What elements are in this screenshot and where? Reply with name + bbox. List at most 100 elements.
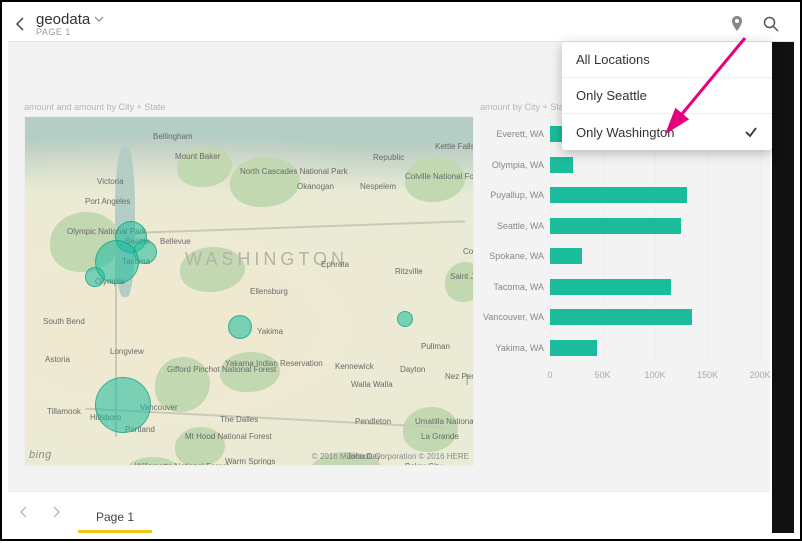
bar[interactable] <box>550 218 681 234</box>
map-city-label: South Bend <box>43 317 85 326</box>
bar[interactable] <box>550 248 582 264</box>
map-city-label: Kettle Falls <box>435 142 474 151</box>
map-city-label: Willamette National Forest <box>135 462 229 466</box>
search-icon <box>762 15 780 33</box>
bar-category-label: Yakima, WA <box>480 343 550 353</box>
bar[interactable] <box>550 157 573 173</box>
map-data-point[interactable] <box>397 311 413 327</box>
forest-patch <box>445 262 474 302</box>
check-icon <box>744 125 758 139</box>
bar-row: Olympia, WA <box>480 153 760 178</box>
bar[interactable] <box>550 340 597 356</box>
right-edge-strip <box>772 42 794 533</box>
page-tab[interactable]: Page 1 <box>78 503 152 533</box>
bar-chart-visual[interactable]: Everett, WA Olympia, WA Puyallup, WA Seattl… <box>480 116 760 384</box>
location-filter-menu: All Locations Only Seattle Only Washington <box>562 42 772 150</box>
map-city-label: Bellevue <box>160 237 191 246</box>
back-button[interactable] <box>8 11 34 37</box>
bar-row: Vancouver, WA <box>480 305 760 330</box>
map-visual[interactable]: WASHINGTON ID BellinghamMount BakerVicto… <box>24 116 474 466</box>
map-attribution: © 2016 Microsoft Corporation © 2016 HERE <box>312 452 469 461</box>
bar-category-label: Olympia, WA <box>480 160 550 170</box>
map-city-label: Pendleton <box>355 417 391 426</box>
location-filter-button[interactable] <box>724 11 750 37</box>
map-city-label: Warm Springs <box>225 457 275 466</box>
map-city-label: Port Angeles <box>85 197 130 206</box>
map-city-label: Ritzville <box>395 267 423 276</box>
map-city-label: Ellensburg <box>250 287 288 296</box>
map-city-label: Kennewick <box>335 362 374 371</box>
x-tick-label: 150K <box>697 370 718 380</box>
bar-row: Spokane, WA <box>480 244 760 269</box>
map-city-label: Dayton <box>400 365 425 374</box>
map-data-point[interactable] <box>95 240 139 284</box>
map-city-label: Nez Perce-Clea… <box>445 372 474 381</box>
filter-menu-label: Only Seattle <box>576 88 647 103</box>
chart-visual-title: amount by City + State <box>480 102 571 112</box>
x-tick-label: 50K <box>594 370 610 380</box>
map-city-label: Tillamook <box>47 407 81 416</box>
chevron-right-icon <box>50 506 62 518</box>
next-page-button[interactable] <box>40 497 72 527</box>
x-tick-label: 100K <box>644 370 665 380</box>
map-city-label: Pullman <box>421 342 450 351</box>
map-city-label: Baker City <box>405 462 442 466</box>
filter-menu-label: Only Washington <box>576 125 675 140</box>
map-city-label: Victoria <box>97 177 124 186</box>
bar-row: Puyallup, WA <box>480 183 760 208</box>
bar-category-label: Puyallup, WA <box>480 190 550 200</box>
map-city-label: Astoria <box>45 355 70 364</box>
map-visual-title: amount and amount by City + State <box>24 102 165 112</box>
map-pin-icon <box>728 15 746 33</box>
chevron-left-icon <box>13 16 29 32</box>
map-city-label: Yakama Indian Reservation <box>225 359 323 368</box>
map-city-label: Coeur d'Alene <box>463 247 474 256</box>
filter-menu-item[interactable]: Only Seattle <box>562 78 772 114</box>
search-button[interactable] <box>758 11 784 37</box>
bar[interactable] <box>550 309 692 325</box>
filter-menu-item[interactable]: All Locations <box>562 42 772 78</box>
chevron-left-icon <box>18 506 30 518</box>
bar-row: Tacoma, WA <box>480 275 760 300</box>
map-city-label: Umatilla National Forest <box>415 417 474 426</box>
bar-category-label: Tacoma, WA <box>480 282 550 292</box>
map-city-label: Bellingham <box>153 132 193 141</box>
map-city-label: Colville National Forest <box>405 172 474 181</box>
map-city-label: Mount Baker <box>175 152 220 161</box>
map-city-label: Mt Hood National Forest <box>185 432 272 441</box>
map-city-label: Nespelem <box>360 182 396 191</box>
map-city-label: Saint Joe National Forest <box>450 272 474 281</box>
bar[interactable] <box>550 279 671 295</box>
header-bar: geodata PAGE 1 <box>8 6 794 42</box>
map-city-label: Ephrata <box>321 260 349 269</box>
filter-menu-item[interactable]: Only Washington <box>562 114 772 150</box>
page-tab-label: Page 1 <box>96 510 134 524</box>
bar-category-label: Seattle, WA <box>480 221 550 231</box>
report-title: geodata <box>36 11 90 28</box>
map-city-label: Longview <box>110 347 144 356</box>
bar[interactable] <box>550 187 687 203</box>
map-data-point[interactable] <box>95 377 151 433</box>
map-city-label: Walla Walla <box>351 380 393 389</box>
footer-pager: Page 1 <box>8 491 770 533</box>
filter-menu-label: All Locations <box>576 52 650 67</box>
map-city-label: Ochoco & Malheur National Forest <box>319 465 442 466</box>
x-tick-label: 0 <box>547 370 552 380</box>
bar-row: Seattle, WA <box>480 214 760 239</box>
map-city-label: The Dalles <box>220 415 258 424</box>
map-city-label: Yakima <box>257 327 283 336</box>
bar-category-label: Vancouver, WA <box>480 312 550 322</box>
map-city-label: North Cascades National Park <box>240 167 348 176</box>
prev-page-button[interactable] <box>8 497 40 527</box>
map-city-label: La Grande <box>421 432 459 441</box>
bing-logo: bing <box>29 449 52 461</box>
page-subtitle: PAGE 1 <box>36 27 104 37</box>
map-city-label: Okanogan <box>297 182 334 191</box>
title-block[interactable]: geodata PAGE 1 <box>36 11 104 37</box>
map-data-point[interactable] <box>228 315 252 339</box>
gridline <box>760 116 761 360</box>
bar-category-label: Spokane, WA <box>480 251 550 261</box>
x-tick-label: 200K <box>749 370 770 380</box>
bar-category-label: Everett, WA <box>480 129 550 139</box>
map-city-label: Republic <box>373 153 404 162</box>
